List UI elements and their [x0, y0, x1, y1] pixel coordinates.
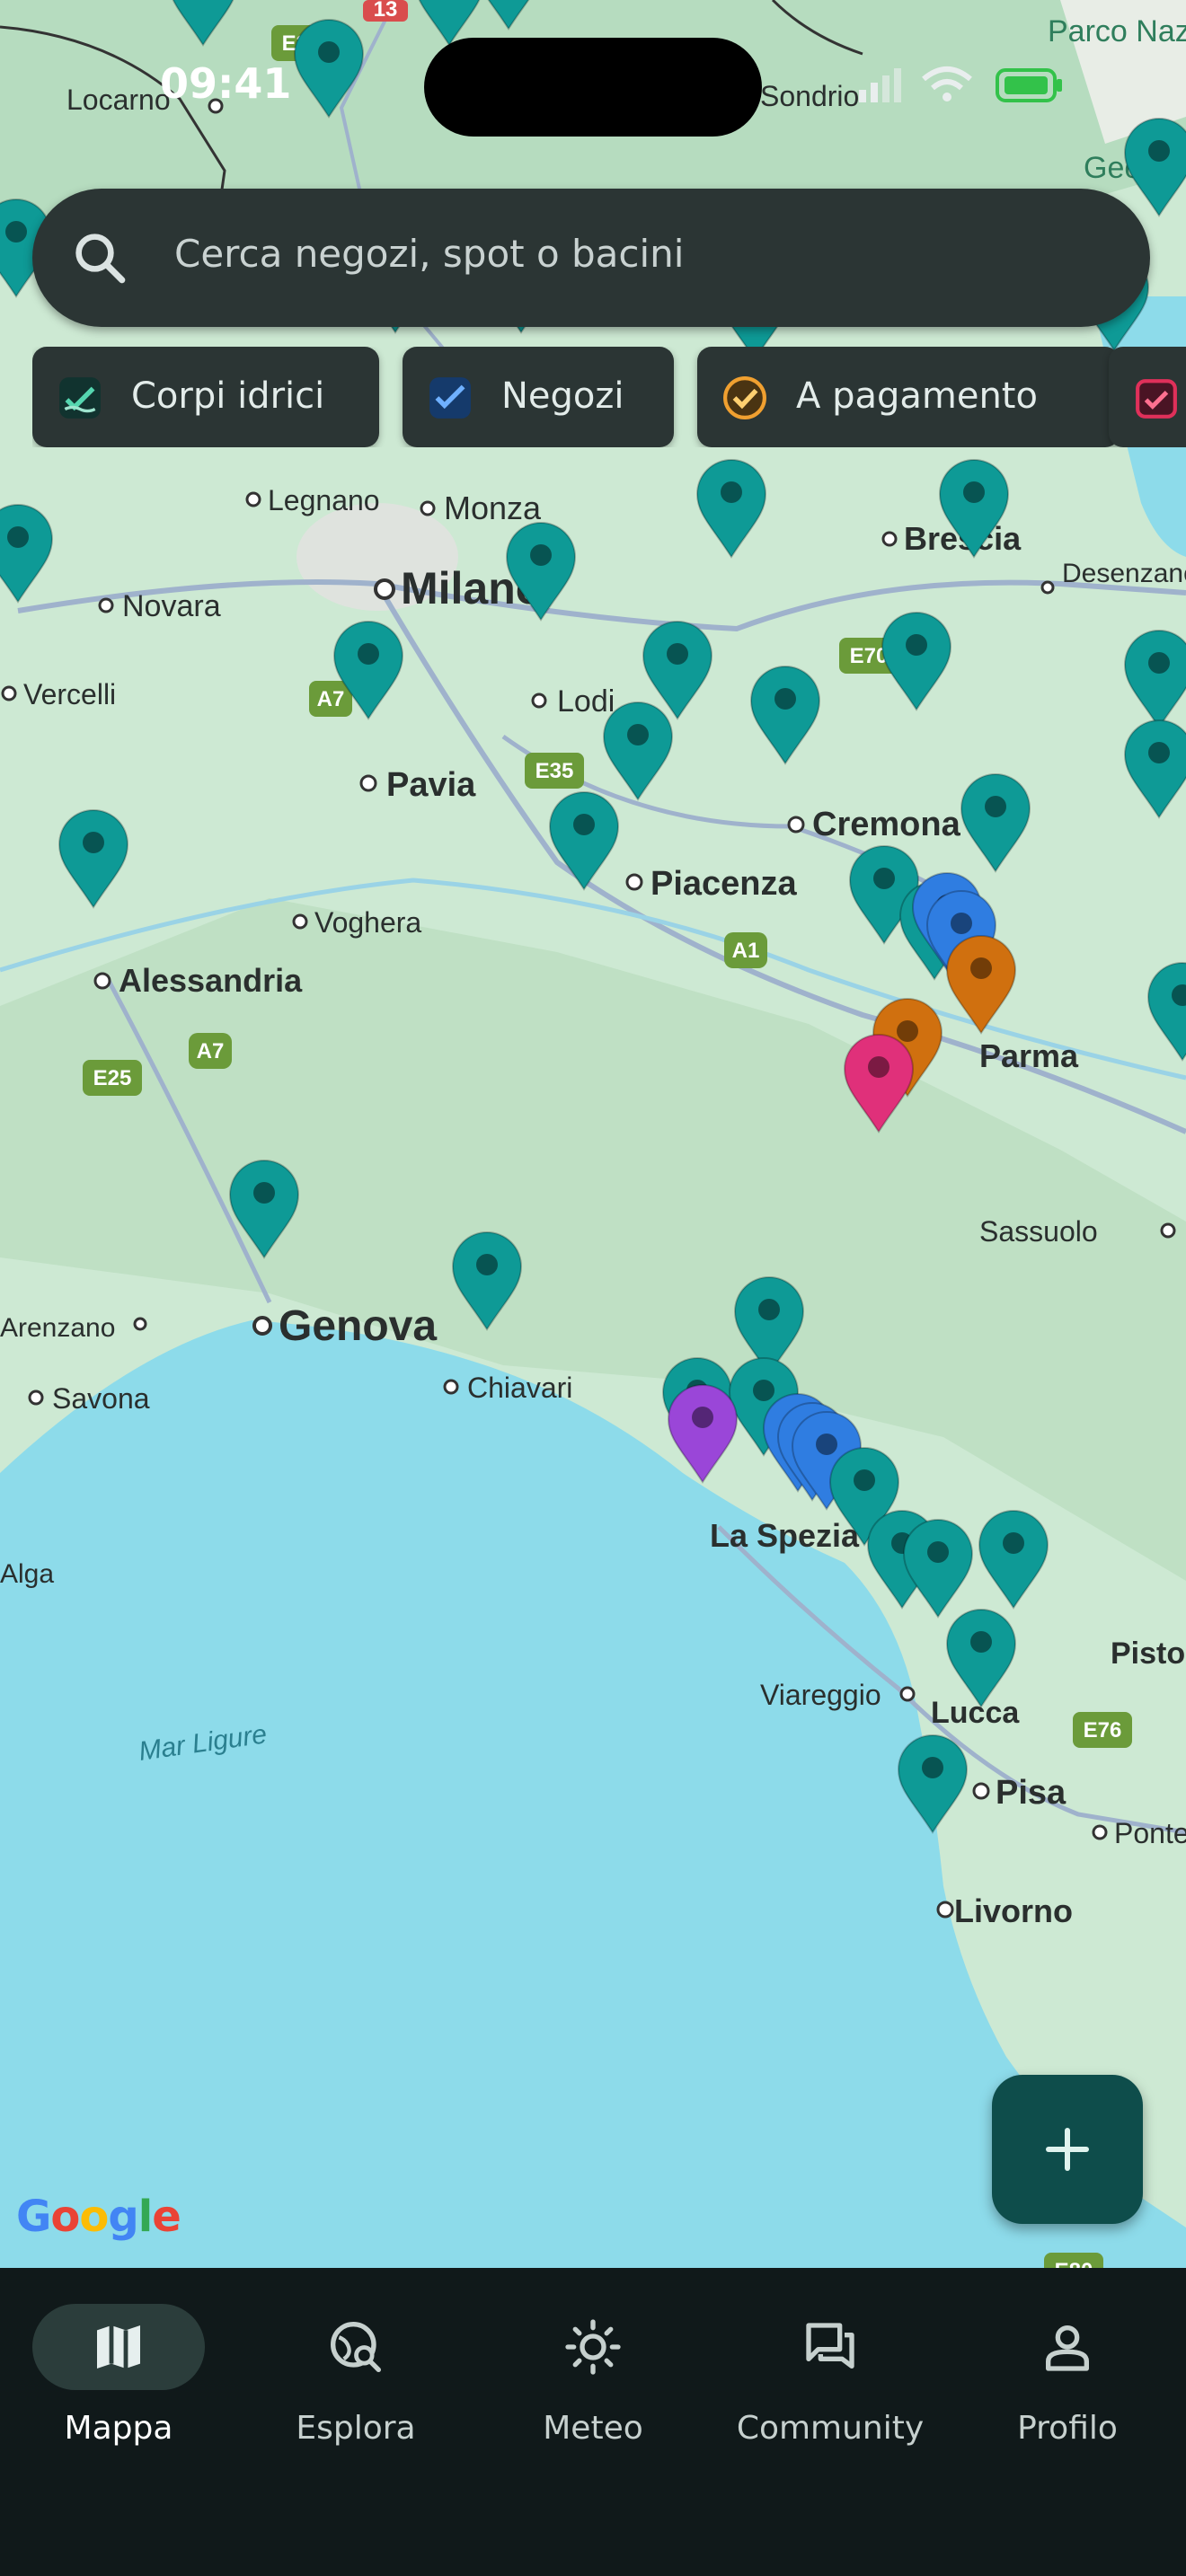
filter-chip-corpi-idrici[interactable]: Corpi idrici	[32, 347, 379, 447]
nav-item-community[interactable]: Community	[712, 2304, 949, 2466]
city-label-piacenza: Piacenza	[651, 865, 798, 903]
nav-label: Profilo	[1017, 2410, 1118, 2447]
city-label-la-spezia: La Spezia	[710, 1517, 860, 1554]
paid-check-icon	[723, 376, 766, 419]
city-label-novara: Novara	[122, 589, 221, 623]
nav-label: Community	[736, 2410, 925, 2447]
filter-chip-label: Corpi idrici	[131, 375, 325, 417]
city-label-savona: Savona	[52, 1382, 150, 1415]
city-label-alga: Alga	[0, 1559, 54, 1589]
road-badge: E76	[1084, 1718, 1122, 1742]
event-check-icon	[1136, 379, 1177, 419]
city-label-pisa: Pisa	[996, 1774, 1067, 1812]
explore-search-icon	[331, 2322, 381, 2372]
filter-chip-label: Negozi	[501, 375, 624, 417]
bottom-navigation: Mappa Esplora Meteo Community Profilo	[0, 2268, 1186, 2576]
status-time: 09:41	[160, 59, 292, 108]
nav-item-mappa[interactable]: Mappa	[0, 2304, 237, 2466]
city-label-viareggio: Viareggio	[760, 1679, 881, 1711]
add-spot-button[interactable]	[992, 2075, 1143, 2224]
road-badge: A7	[317, 687, 345, 711]
map-icon	[97, 2325, 140, 2369]
city-label-chiavari: Chiavari	[467, 1372, 572, 1404]
sun-icon	[565, 2319, 621, 2375]
city-label-voghera: Voghera	[314, 906, 421, 939]
road-badge: E25	[93, 1066, 132, 1090]
city-label-vercelli: Vercelli	[23, 678, 116, 710]
nav-item-esplora[interactable]: Esplora	[237, 2304, 474, 2466]
nav-label: Mappa	[64, 2410, 173, 2447]
road-badge: A7	[197, 1039, 225, 1063]
filter-chip-eventi[interactable]	[1109, 347, 1186, 447]
road-badge: E35	[535, 759, 574, 783]
status-bar: 09:41	[0, 0, 1186, 162]
city-label-parma: Parma	[979, 1037, 1079, 1074]
road-badge: E80	[1055, 2259, 1093, 2268]
chat-icon	[806, 2323, 854, 2369]
city-label-arenzano: Arenzano	[0, 1313, 115, 1343]
filter-chips: Corpi idrici Negozi A pagamento	[32, 347, 1186, 447]
wifi-icon	[922, 66, 972, 101]
city-label-genova: Genova	[279, 1302, 437, 1350]
city-label-desenzano: Desenzano del Garda	[1062, 559, 1186, 588]
shop-check-icon	[429, 377, 471, 419]
city-label-lodi: Lodi	[557, 684, 615, 719]
nav-item-meteo[interactable]: Meteo	[474, 2304, 712, 2466]
filter-chip-negozi[interactable]: Negozi	[403, 347, 674, 447]
water-check-icon	[59, 377, 101, 419]
filter-chip-a-pagamento[interactable]: A pagamento	[697, 347, 1120, 447]
city-label-pontedera: Pontedera	[1114, 1817, 1186, 1849]
city-label-pistoia: Pistoia	[1111, 1636, 1186, 1671]
signal-icon	[859, 68, 901, 102]
search-placeholder: Cerca negozi, spot o bacini	[174, 232, 685, 276]
dynamic-island	[424, 38, 762, 137]
filter-chip-label: A pagamento	[796, 375, 1038, 417]
person-icon	[1046, 2325, 1089, 2371]
search-bar[interactable]: Cerca negozi, spot o bacini	[32, 189, 1150, 327]
city-label-legnano: Legnano	[268, 484, 380, 516]
google-logo: Google	[16, 2192, 181, 2242]
city-label-cremona: Cremona	[812, 806, 961, 843]
city-label-lucca: Lucca	[931, 1696, 1020, 1730]
map-view[interactable]: Locarno Milano Monza Legnano Novara Verc…	[0, 0, 1186, 2268]
city-label-alessandria: Alessandria	[119, 962, 303, 999]
nav-item-profilo[interactable]: Profilo	[949, 2304, 1186, 2466]
city-label-pavia: Pavia	[386, 766, 476, 804]
road-badge: A1	[732, 939, 760, 963]
city-label-livorno: Livorno	[954, 1892, 1073, 1929]
plus-icon	[1046, 2128, 1089, 2171]
battery-icon	[996, 68, 1062, 102]
city-label-sassuolo: Sassuolo	[979, 1215, 1098, 1248]
nav-label: Meteo	[543, 2410, 643, 2447]
city-label-monza: Monza	[444, 490, 542, 526]
search-icon	[75, 234, 126, 284]
nav-label: Esplora	[296, 2410, 416, 2447]
